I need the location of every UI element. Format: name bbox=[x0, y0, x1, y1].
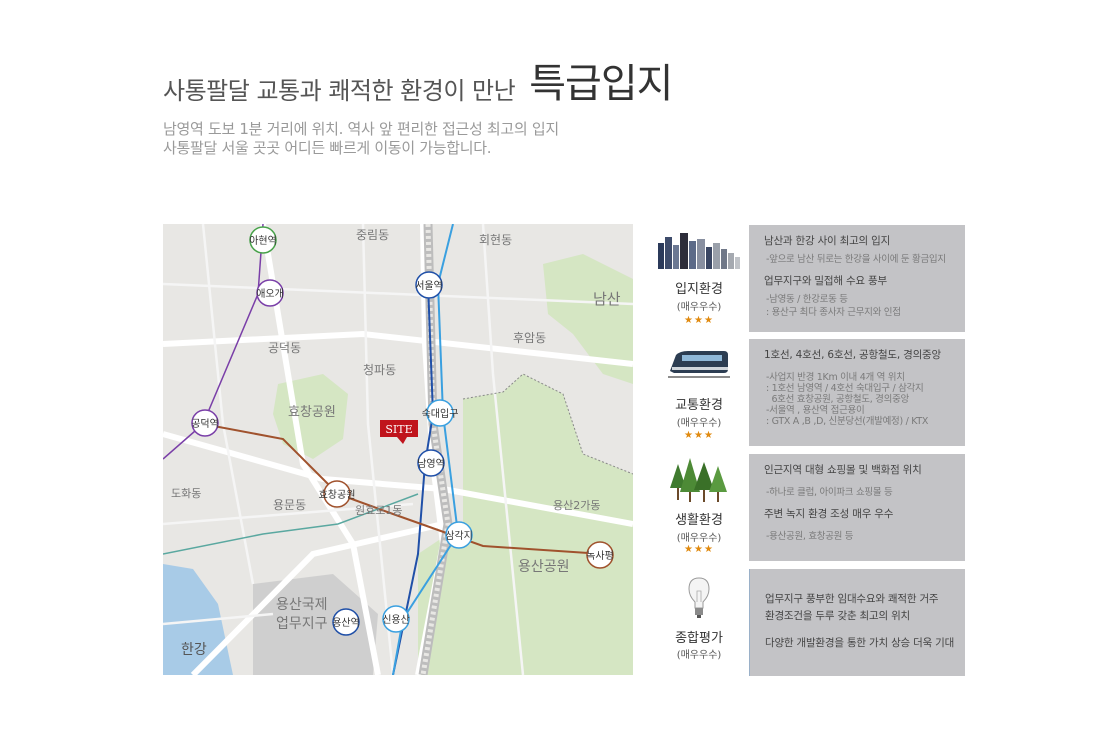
card-title: 종합평가 bbox=[675, 631, 723, 646]
svg-text:녹사평: 녹사평 bbox=[586, 550, 614, 562]
card-description: 1호선, 4호선, 6호선, 공항철도, 경의중앙 -사업지 반경 1Km 이내… bbox=[749, 339, 965, 446]
desc-detail: -남영동 / 한강로동 등 bbox=[766, 294, 848, 305]
card-title: 교통환경 bbox=[675, 398, 723, 413]
card-stars: ★★★ bbox=[684, 544, 714, 555]
station-gongdeok: 공덕역 bbox=[191, 409, 219, 437]
card-rating-text: (매우우수) bbox=[676, 302, 722, 313]
card-description: 남산과 한강 사이 최고의 입지 -앞으로 남산 뒤로는 한강을 사이에 둔 황… bbox=[749, 225, 965, 332]
svg-text:청파동: 청파동 bbox=[363, 363, 396, 377]
station-sinyongsan: 신용산 bbox=[382, 605, 410, 633]
lightbulb-icon bbox=[688, 577, 710, 618]
svg-text:숙대입구: 숙대입구 bbox=[422, 407, 459, 420]
desc-heading: 업무지구와 밀접해 수요 풍부 bbox=[764, 275, 887, 287]
station-ahyeon: 아현역 bbox=[249, 226, 277, 254]
svg-text:용산역: 용산역 bbox=[332, 617, 360, 629]
card-icon-box: 입지환경 (매우우수) ★★★ bbox=[650, 225, 748, 332]
desc-heading: 남산과 한강 사이 최고의 입지 bbox=[764, 235, 891, 247]
card-overall: 종합평가 (매우우수) 업무지구 풍부한 임대수요와 쾌적한 거주 환경조건을 … bbox=[650, 569, 965, 676]
svg-text:원효로1동: 원효로1동 bbox=[355, 504, 402, 517]
svg-text:중림동: 중림동 bbox=[356, 228, 389, 242]
svg-text:애오개: 애오개 bbox=[256, 288, 284, 300]
svg-text:서울역: 서울역 bbox=[415, 280, 443, 292]
svg-text:효창공원: 효창공원 bbox=[288, 405, 336, 420]
station-seoul: 서울역 bbox=[415, 271, 443, 299]
station-aeogae: 애오개 bbox=[256, 279, 284, 307]
svg-text:용산2가동: 용산2가동 bbox=[553, 499, 600, 512]
card-icon-box: 교통환경 (매우우수) ★★★ bbox=[650, 339, 748, 446]
svg-text:후암동: 후암동 bbox=[513, 331, 546, 345]
desc-heading: 업무지구 풍부한 임대수요와 쾌적한 거주 bbox=[765, 593, 939, 605]
card-rating-text: (매우우수) bbox=[676, 650, 722, 661]
desc-heading: 다양한 개발환경을 통한 가치 상승 더욱 기대 bbox=[765, 637, 955, 649]
station-namyeong: 남영역 bbox=[417, 449, 445, 477]
svg-text:삼각지: 삼각지 bbox=[445, 530, 473, 542]
svg-text:효창공원: 효창공원 bbox=[319, 489, 356, 501]
desc-heading: 인근지역 대형 쇼핑몰 및 백화점 위치 bbox=[764, 464, 922, 476]
card-rating-text: (매우우수) bbox=[676, 533, 722, 544]
buildings-icon bbox=[658, 233, 740, 269]
svg-text:남산: 남산 bbox=[593, 290, 621, 308]
card-stars: ★★★ bbox=[684, 430, 714, 441]
svg-text:회현동: 회현동 bbox=[479, 233, 512, 247]
desc-detail: -용산공원, 효창공원 등 bbox=[766, 531, 854, 542]
desc-detail: : 용산구 최다 종사자 근무지와 인접 bbox=[766, 307, 901, 318]
heading-main: 사통팔달 교통과 쾌적한 환경이 만난 bbox=[163, 77, 516, 105]
card-title: 생활환경 bbox=[675, 513, 723, 528]
site-label: SITE bbox=[385, 423, 412, 436]
station-noksapyeong: 녹사평 bbox=[586, 541, 614, 569]
svg-text:도화동: 도화동 bbox=[171, 487, 201, 500]
subtitle-line2: 사통팔달 서울 곳곳 어디든 빠르게 이동이 가능합니다. bbox=[163, 139, 492, 157]
subtitle-line1: 남영역 도보 1분 거리에 위치. 역사 앞 편리한 접근성 최고의 입지 bbox=[163, 120, 559, 138]
desc-detail: -사업지 반경 1Km 이내 4개 역 위치 bbox=[766, 372, 905, 383]
location-map: 중림동 회현동 남산 후암동 청파동 효창공원 공덕동 도화동 용문동 원효로1… bbox=[163, 224, 633, 675]
svg-text:공덕역: 공덕역 bbox=[191, 418, 219, 430]
station-samgakji: 삼각지 bbox=[445, 521, 473, 549]
desc-heading: 주변 녹지 환경 조성 매우 우수 bbox=[764, 508, 894, 520]
card-living: 생활환경 (매우우수) ★★★ 인근지역 대형 쇼핑몰 및 백화점 위치 -하나… bbox=[650, 454, 965, 561]
desc-detail: -서울역 , 용산역 접근용이 bbox=[766, 405, 865, 416]
heading-emphasis: 특급입지 bbox=[529, 61, 673, 107]
svg-text:용산국제: 용산국제 bbox=[276, 597, 328, 613]
card-title: 입지환경 bbox=[675, 282, 723, 297]
desc-detail: : GTX A ,B ,D, 신분당선(개발예정) / KTX bbox=[766, 416, 929, 427]
desc-detail: -앞으로 남산 뒤로는 한강을 사이에 둔 황금입지 bbox=[766, 254, 946, 265]
svg-text:신용산: 신용산 bbox=[382, 614, 410, 626]
desc-detail: 6호선 효창공원, 공항철도, 경의중앙 bbox=[766, 394, 909, 405]
card-location: 입지환경 (매우우수) ★★★ 남산과 한강 사이 최고의 입지 -앞으로 남산… bbox=[650, 225, 965, 332]
card-rating-text: (매우우수) bbox=[676, 418, 722, 429]
train-icon bbox=[668, 351, 730, 378]
station-yongsan: 용산역 bbox=[332, 608, 360, 636]
svg-text:아현역: 아현역 bbox=[249, 235, 277, 247]
card-stars: ★★★ bbox=[684, 315, 714, 326]
trees-icon bbox=[670, 458, 727, 502]
desc-heading: 1호선, 4호선, 6호선, 공항철도, 경의중앙 bbox=[764, 349, 941, 361]
card-icon-box: 종합평가 (매우우수) bbox=[650, 569, 748, 676]
svg-text:용문동: 용문동 bbox=[273, 498, 306, 512]
svg-text:한강: 한강 bbox=[181, 642, 207, 658]
svg-text:공덕동: 공덕동 bbox=[268, 341, 301, 355]
card-transport: 교통환경 (매우우수) ★★★ 1호선, 4호선, 6호선, 공항철도, 경의중… bbox=[650, 339, 965, 446]
desc-heading: 환경조건을 두루 갖춘 최고의 위치 bbox=[765, 610, 910, 622]
desc-detail: : 1호선 남영역 / 4호선 숙대입구 / 삼각지 bbox=[766, 383, 924, 394]
svg-text:용산공원: 용산공원 bbox=[518, 559, 570, 575]
card-description: 인근지역 대형 쇼핑몰 및 백화점 위치 -하나로 클럽, 아이파크 쇼핑몰 등… bbox=[749, 454, 965, 561]
card-description: 업무지구 풍부한 임대수요와 쾌적한 거주 환경조건을 두루 갖춘 최고의 위치… bbox=[749, 569, 965, 676]
page-heading: 사통팔달 교통과 쾌적한 환경이 만난 특급입지 bbox=[163, 61, 673, 107]
card-icon-box: 생활환경 (매우우수) ★★★ bbox=[650, 454, 748, 561]
svg-text:남영역: 남영역 bbox=[417, 458, 445, 470]
svg-text:업무지구: 업무지구 bbox=[276, 616, 328, 632]
desc-detail: -하나로 클럽, 아이파크 쇼핑몰 등 bbox=[766, 487, 893, 498]
